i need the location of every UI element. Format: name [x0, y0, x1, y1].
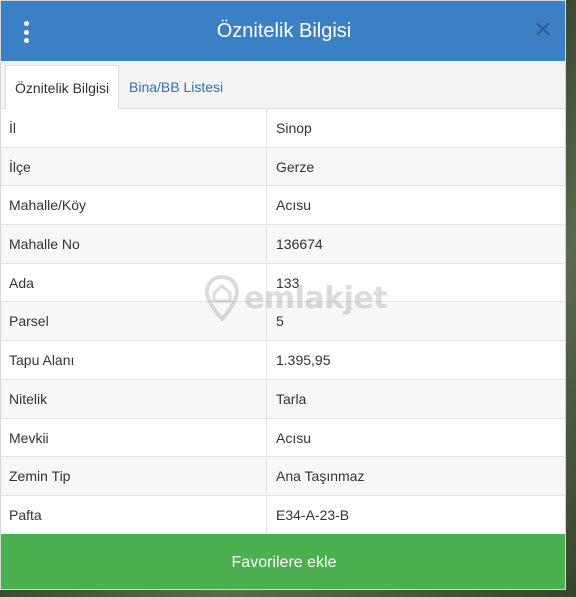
row-value: 136674 — [276, 236, 323, 253]
table-row: Nitelik Tarla — [1, 379, 565, 419]
row-value: Ana Taşınmaz — [276, 468, 365, 485]
row-value: 133 — [276, 274, 300, 291]
table-row: Mevkii Acısu — [1, 418, 565, 458]
row-key: İl — [1, 109, 267, 147]
row-key: Tapu Alanı — [1, 341, 267, 379]
row-key: Mahalle/Köy — [1, 186, 267, 225]
tab-bar: Öznitelik Bilgisi Bina/BB Listesi — [1, 61, 565, 109]
table-row: Parsel 5 — [1, 302, 565, 342]
table-row: Pafta E34-A-23-B — [1, 495, 565, 535]
row-value: E34-A-23-B — [276, 506, 350, 523]
row-key: Nitelik — [1, 379, 267, 418]
row-value: Acısu — [276, 429, 312, 446]
row-value: Gerze — [276, 158, 315, 175]
close-icon[interactable]: ✕ — [533, 19, 553, 41]
table-row: Ada 133 — [1, 263, 565, 303]
row-key: Parsel — [1, 302, 267, 341]
table-row: Tapu Alanı 1.395,95 — [1, 341, 565, 380]
table-row: İl Sinop — [1, 109, 565, 148]
table-row: İlçe Gerze — [1, 147, 565, 187]
attribute-table: İl Sinop İlçe Gerze Mahalle/Köy Acısu Ma… — [1, 109, 565, 535]
row-value: Tarla — [276, 390, 307, 407]
table-row: Mahalle/Köy Acısu — [1, 186, 565, 226]
row-key: Zemin Tip — [1, 457, 267, 495]
row-value: 1.395,95 — [276, 352, 331, 369]
row-key: Ada — [1, 263, 267, 302]
add-to-favorites-button[interactable]: Favorilere ekle — [1, 534, 565, 589]
table-row: Mahalle No 136674 — [1, 225, 565, 264]
row-key: İlçe — [1, 147, 267, 186]
table-row: Zemin Tip Ana Taşınmaz — [1, 457, 565, 496]
row-value: Sinop — [276, 120, 312, 136]
tab-attribute-info[interactable]: Öznitelik Bilgisi — [5, 65, 120, 109]
row-key: Mahalle No — [1, 225, 267, 263]
row-key: Pafta — [1, 495, 267, 534]
attribute-info-modal: Öznitelik Bilgisi ✕ Öznitelik Bilgisi Bi… — [0, 0, 566, 590]
row-value: Acısu — [276, 197, 312, 214]
row-value: 5 — [276, 313, 284, 330]
row-key: Mevkii — [1, 418, 267, 457]
modal-title: Öznitelik Bilgisi — [216, 20, 352, 42]
tab-building-list[interactable]: Bina/BB Listesi — [120, 65, 232, 109]
modal-header: Öznitelik Bilgisi ✕ — [1, 1, 565, 61]
